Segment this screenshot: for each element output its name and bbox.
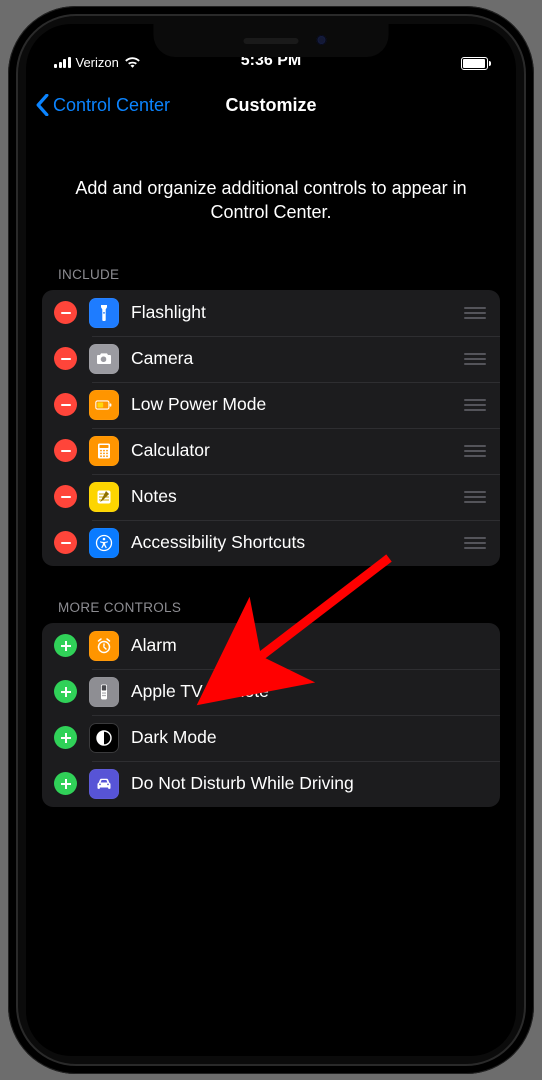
remote-icon	[89, 677, 119, 707]
drag-handle-icon[interactable]	[464, 537, 486, 549]
row-label: Accessibility Shortcuts	[131, 532, 464, 553]
nav-bar: Control Center Customize	[26, 82, 516, 128]
remove-button[interactable]	[54, 301, 77, 324]
car-icon	[89, 769, 119, 799]
add-button[interactable]	[54, 634, 77, 657]
row-label: Camera	[131, 348, 464, 369]
row-low-power-mode[interactable]: Low Power Mode	[42, 382, 500, 428]
plus-icon	[60, 686, 72, 698]
wifi-icon	[124, 56, 141, 69]
row-camera[interactable]: Camera	[42, 336, 500, 382]
row-alarm[interactable]: Alarm	[42, 623, 500, 669]
plus-icon	[60, 640, 72, 652]
row-label: Do Not Disturb While Driving	[131, 773, 486, 794]
row-dnd-driving[interactable]: Do Not Disturb While Driving	[42, 761, 500, 807]
add-button[interactable]	[54, 680, 77, 703]
camera-icon	[89, 344, 119, 374]
row-label: Alarm	[131, 635, 486, 656]
speaker	[244, 38, 299, 44]
remove-button[interactable]	[54, 393, 77, 416]
flashlight-icon	[89, 298, 119, 328]
page-title: Customize	[225, 95, 316, 116]
row-calculator[interactable]: Calculator	[42, 428, 500, 474]
drag-handle-icon[interactable]	[464, 399, 486, 411]
screen: Verizon 5:36 PM Control Center Customize	[26, 24, 516, 1056]
more-controls-list: Alarm Apple TV Remote	[42, 623, 500, 807]
minus-icon	[60, 491, 72, 503]
add-button[interactable]	[54, 726, 77, 749]
row-label: Dark Mode	[131, 727, 486, 748]
front-camera	[317, 35, 327, 45]
signal-icon	[54, 57, 71, 68]
back-button[interactable]: Control Center	[36, 94, 170, 116]
low-power-icon	[89, 390, 119, 420]
row-label: Low Power Mode	[131, 394, 464, 415]
accessibility-icon	[89, 528, 119, 558]
plus-icon	[60, 732, 72, 744]
remove-button[interactable]	[54, 485, 77, 508]
minus-icon	[60, 307, 72, 319]
row-flashlight[interactable]: Flashlight	[42, 290, 500, 336]
carrier-label: Verizon	[76, 55, 119, 70]
row-accessibility-shortcuts[interactable]: Accessibility Shortcuts	[42, 520, 500, 566]
minus-icon	[60, 445, 72, 457]
minus-icon	[60, 353, 72, 365]
dark-mode-icon	[89, 723, 119, 753]
battery-icon	[461, 57, 488, 70]
notes-icon	[89, 482, 119, 512]
remove-button[interactable]	[54, 439, 77, 462]
remove-button[interactable]	[54, 347, 77, 370]
row-notes[interactable]: Notes	[42, 474, 500, 520]
section-header-include: INCLUDE	[42, 259, 500, 290]
intro-text: Add and organize additional controls to …	[26, 128, 516, 259]
row-label: Notes	[131, 486, 464, 507]
section-header-more: MORE CONTROLS	[42, 592, 500, 623]
drag-handle-icon[interactable]	[464, 445, 486, 457]
minus-icon	[60, 399, 72, 411]
drag-handle-icon[interactable]	[464, 491, 486, 503]
remove-button[interactable]	[54, 531, 77, 554]
phone-frame: Verizon 5:36 PM Control Center Customize	[8, 6, 534, 1074]
calculator-icon	[89, 436, 119, 466]
row-apple-tv-remote[interactable]: Apple TV Remote	[42, 669, 500, 715]
plus-icon	[60, 778, 72, 790]
minus-icon	[60, 537, 72, 549]
row-label: Calculator	[131, 440, 464, 461]
row-label: Flashlight	[131, 302, 464, 323]
row-label: Apple TV Remote	[131, 681, 486, 702]
add-button[interactable]	[54, 772, 77, 795]
alarm-icon	[89, 631, 119, 661]
chevron-left-icon	[36, 94, 49, 116]
drag-handle-icon[interactable]	[464, 307, 486, 319]
back-label: Control Center	[53, 95, 170, 116]
notch	[154, 24, 389, 57]
drag-handle-icon[interactable]	[464, 353, 486, 365]
include-list: Flashlight Camera	[42, 290, 500, 566]
row-dark-mode[interactable]: Dark Mode	[42, 715, 500, 761]
